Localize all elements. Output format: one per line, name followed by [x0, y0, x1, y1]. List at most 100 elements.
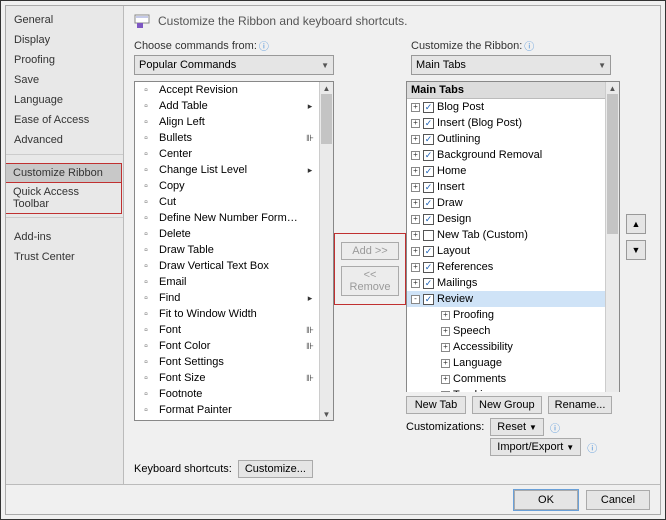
command-item[interactable]: ▫Cut — [135, 194, 319, 210]
expand-icon[interactable]: + — [411, 103, 420, 112]
command-item[interactable]: ▫Font⊪ — [135, 322, 319, 338]
command-item[interactable]: ▫Change List Level▸ — [135, 162, 319, 178]
checkbox[interactable]: ✓ — [423, 102, 434, 113]
checkbox[interactable]: ✓ — [423, 118, 434, 129]
checkbox[interactable]: ✓ — [423, 166, 434, 177]
scroll-up-icon[interactable]: ▲ — [606, 82, 619, 94]
tree-item[interactable]: +✓Blog Post — [407, 99, 605, 115]
sidebar-item-general[interactable]: General — [6, 10, 123, 30]
sidebar-item-customize-ribbon[interactable]: Customize Ribbon — [6, 163, 122, 183]
add-button[interactable]: Add >> — [341, 242, 399, 260]
command-item[interactable]: ▫Draw Vertical Text Box — [135, 258, 319, 274]
expand-icon[interactable]: + — [411, 167, 420, 176]
tree-item[interactable]: +New Tab (Custom) — [407, 227, 605, 243]
sidebar-item-display[interactable]: Display — [6, 30, 123, 50]
command-item[interactable]: ▫Center — [135, 146, 319, 162]
command-item[interactable]: ▫Add Table▸ — [135, 98, 319, 114]
expand-icon[interactable]: + — [441, 375, 450, 384]
tree-item[interactable]: +✓Insert — [407, 179, 605, 195]
checkbox[interactable]: ✓ — [423, 262, 434, 273]
checkbox[interactable]: ✓ — [423, 294, 434, 305]
import-export-button[interactable]: Import/Export▼ — [490, 438, 581, 456]
sidebar-item-proofing[interactable]: Proofing — [6, 50, 123, 70]
sidebar-item-ease-of-access[interactable]: Ease of Access — [6, 110, 123, 130]
expand-icon[interactable]: + — [441, 327, 450, 336]
checkbox[interactable]: ✓ — [423, 134, 434, 145]
tree-item[interactable]: -✓Review — [407, 291, 605, 307]
sidebar-item-advanced[interactable]: Advanced — [6, 130, 123, 150]
checkbox[interactable]: ✓ — [423, 214, 434, 225]
command-item[interactable]: ▫Bullets⊪ — [135, 130, 319, 146]
tree-item[interactable]: +✓Design — [407, 211, 605, 227]
expand-icon[interactable]: + — [441, 391, 450, 393]
tree-item[interactable]: +✓Home — [407, 163, 605, 179]
rename-button[interactable]: Rename... — [548, 396, 613, 414]
tree-item[interactable]: +✓Insert (Blog Post) — [407, 115, 605, 131]
command-item[interactable]: ▫Format Painter — [135, 402, 319, 418]
expand-icon[interactable]: + — [411, 151, 420, 160]
expand-icon[interactable]: + — [411, 135, 420, 144]
move-up-button[interactable]: ▲ — [626, 214, 646, 234]
tree-item[interactable]: +✓Layout — [407, 243, 605, 259]
checkbox[interactable]: ✓ — [423, 150, 434, 161]
expand-icon[interactable]: + — [441, 311, 450, 320]
tree-item[interactable]: +✓References — [407, 259, 605, 275]
new-group-button[interactable]: New Group — [472, 396, 542, 414]
scroll-thumb[interactable] — [607, 94, 618, 234]
commands-listbox[interactable]: ▫Accept Revision▫Add Table▸▫Align Left▫B… — [134, 81, 334, 421]
scrollbar[interactable]: ▲ ▼ — [605, 82, 619, 392]
command-item[interactable]: ▫Font Size⊪ — [135, 370, 319, 386]
command-item[interactable]: ▫Font Settings — [135, 354, 319, 370]
collapse-icon[interactable]: - — [411, 295, 420, 304]
scroll-down-icon[interactable]: ▼ — [320, 408, 333, 420]
command-item[interactable]: ▫Align Left — [135, 114, 319, 130]
command-item[interactable]: ▫Accept Revision — [135, 82, 319, 98]
sidebar-item-add-ins[interactable]: Add-ins — [6, 227, 123, 247]
choose-commands-dropdown[interactable]: Popular Commands ▼ — [134, 55, 334, 75]
remove-button[interactable]: << Remove — [341, 266, 399, 296]
move-down-button[interactable]: ▼ — [626, 240, 646, 260]
command-item[interactable]: ▫Delete — [135, 226, 319, 242]
tree-item[interactable]: +✓Mailings — [407, 275, 605, 291]
tree-item[interactable]: +✓Outlining — [407, 131, 605, 147]
checkbox[interactable]: ✓ — [423, 278, 434, 289]
tree-item[interactable]: +✓Draw — [407, 195, 605, 211]
ok-button[interactable]: OK — [514, 490, 578, 510]
customize-ribbon-dropdown[interactable]: Main Tabs ▼ — [411, 55, 611, 75]
tree-item[interactable]: +Language — [407, 355, 605, 371]
tree-item[interactable]: +Comments — [407, 371, 605, 387]
checkbox[interactable]: ✓ — [423, 198, 434, 209]
sidebar-item-save[interactable]: Save — [6, 70, 123, 90]
checkbox[interactable]: ✓ — [423, 182, 434, 193]
command-item[interactable]: ▫Email — [135, 274, 319, 290]
command-item[interactable]: ▫Find▸ — [135, 290, 319, 306]
checkbox[interactable]: ✓ — [423, 246, 434, 257]
expand-icon[interactable]: + — [411, 231, 420, 240]
expand-icon[interactable]: + — [411, 247, 420, 256]
expand-icon[interactable]: + — [411, 215, 420, 224]
cancel-button[interactable]: Cancel — [586, 490, 650, 510]
command-item[interactable]: ▫Footnote — [135, 386, 319, 402]
tree-item[interactable]: +✓Background Removal — [407, 147, 605, 163]
scrollbar[interactable]: ▲ ▼ — [319, 82, 333, 420]
expand-icon[interactable]: + — [411, 263, 420, 272]
ribbon-tree[interactable]: Main Tabs +✓Blog Post+✓Insert (Blog Post… — [406, 81, 620, 392]
checkbox[interactable] — [423, 230, 434, 241]
expand-icon[interactable]: + — [441, 359, 450, 368]
sidebar-item-quick-access-toolbar[interactable]: Quick Access Toolbar — [6, 182, 122, 214]
command-item[interactable]: ▫Define New Number Format... — [135, 210, 319, 226]
expand-icon[interactable]: + — [411, 183, 420, 192]
tree-item[interactable]: +Tracking — [407, 387, 605, 392]
command-item[interactable]: ▫Font Color⊪ — [135, 338, 319, 354]
tree-item[interactable]: +Proofing — [407, 307, 605, 323]
tree-item[interactable]: +Speech — [407, 323, 605, 339]
expand-icon[interactable]: + — [411, 199, 420, 208]
reset-button[interactable]: Reset▼ — [490, 418, 544, 436]
new-tab-button[interactable]: New Tab — [406, 396, 466, 414]
customize-shortcuts-button[interactable]: Customize... — [238, 460, 313, 478]
command-item[interactable]: ▫Grow Font — [135, 418, 319, 420]
command-item[interactable]: ▫Fit to Window Width — [135, 306, 319, 322]
tree-item[interactable]: +Accessibility — [407, 339, 605, 355]
expand-icon[interactable]: + — [411, 279, 420, 288]
sidebar-item-trust-center[interactable]: Trust Center — [6, 247, 123, 267]
